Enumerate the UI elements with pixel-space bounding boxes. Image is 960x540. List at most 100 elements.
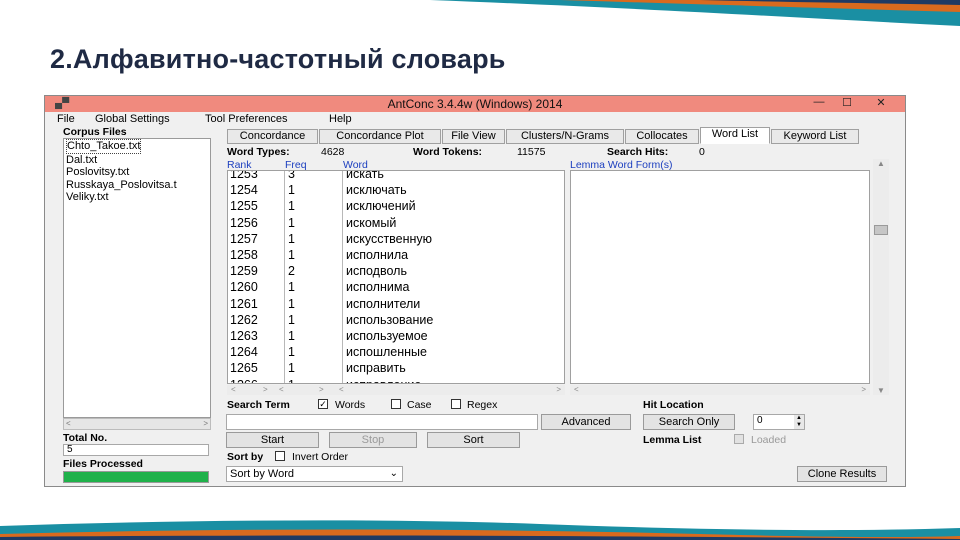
corpus-file-item[interactable]: Chto_Takoe.txt [64,139,210,154]
cell-freq: 3 [288,170,295,181]
tab-collocates[interactable]: Collocates [625,129,699,144]
menu-global-settings[interactable]: Global Settings [95,113,170,125]
cell-word: исполнима [346,280,410,295]
search-term-input[interactable] [226,414,538,430]
corpus-file-item[interactable]: Veliky.txt [64,191,210,204]
sort-by-select[interactable]: Sort by Word ⌄ [226,466,403,482]
sort-button[interactable]: Sort [427,432,520,448]
word-list-row[interactable]: 1263 1 используемое [228,329,564,345]
cell-freq: 1 [288,296,295,311]
scroll-right-icon[interactable]: > [263,385,268,394]
case-label: Case [407,399,432,411]
word-list-row[interactable]: 1254 1 исключать [228,183,564,199]
search-only-button[interactable]: Search Only [643,414,735,430]
scroll-left-icon[interactable]: < [279,385,284,394]
word-list-row[interactable]: 1258 1 исполнила [228,248,564,264]
corpus-file-item[interactable]: Russkaya_Poslovitsa.t [64,179,210,192]
word-list-row[interactable]: 1260 1 исполнима [228,280,564,296]
cell-rank: 1263 [230,329,258,343]
files-processed-label: Files Processed [63,458,143,470]
cell-word: исправление [346,378,421,383]
scroll-right-icon[interactable]: > [861,385,866,394]
scroll-up-icon[interactable]: ▲ [877,159,885,168]
word-types-label: Word Types: [227,146,290,158]
cell-freq: 1 [288,312,295,327]
total-no-value: 5 [63,444,209,456]
word-list-row[interactable]: 1262 1 использование [228,313,564,329]
menu-file[interactable]: File [57,113,75,125]
words-label: Words [335,399,366,411]
word-list-row[interactable]: 1257 1 искусственную [228,232,564,248]
tab-file-view[interactable]: File View [442,129,505,144]
spin-up-icon[interactable]: ▲ [794,415,804,422]
cell-rank: 1254 [230,183,258,198]
word-list-row[interactable]: 1256 1 искомый [228,216,564,232]
case-checkbox[interactable] [391,399,401,409]
words-checkbox[interactable]: ✓ [318,399,328,409]
scroll-right-icon[interactable]: > [203,419,208,428]
word-list-row[interactable]: 1259 2 исподволь [228,264,564,280]
tab-clusters-ngrams[interactable]: Clusters/N-Grams [506,129,624,144]
word-list-row[interactable]: 1266 1 исправление [228,378,564,383]
regex-checkbox[interactable] [451,399,461,409]
tab-concordance[interactable]: Concordance [227,129,318,144]
cell-rank: 1264 [230,345,258,360]
scroll-left-icon[interactable]: < [574,385,579,394]
scroll-left-icon[interactable]: < [231,385,236,394]
cell-freq: 1 [288,183,295,198]
word-list-hscrollbar[interactable]: < > < > < > [227,385,565,395]
advanced-button[interactable]: Advanced [541,414,631,430]
clone-results-button[interactable]: Clone Results [797,466,887,482]
word-list-row[interactable]: 1253 3 искать [228,170,564,183]
scroll-left-icon[interactable]: < [66,419,71,428]
scroll-left-icon[interactable]: < [339,385,344,394]
chevron-down-icon[interactable]: ⌄ [390,467,398,481]
word-list-row[interactable]: 1261 1 исполнители [228,297,564,313]
lemma-panel[interactable] [570,170,870,384]
corpus-hscrollbar[interactable]: < > [63,418,211,430]
search-hits-label: Search Hits: [607,146,669,158]
hit-location-spinner[interactable]: 0 ▲ ▼ [753,414,805,430]
cell-rank: 1262 [230,312,258,327]
vertical-scrollbar[interactable]: ▲ ▼ [873,159,889,395]
word-list-row[interactable]: 1255 1 исключений [228,199,564,215]
cell-word: исключений [346,199,416,214]
cell-freq: 1 [288,361,295,376]
check-icon: ✓ [319,399,327,409]
tab-concordance-plot[interactable]: Concordance Plot [319,129,441,144]
cell-freq: 1 [288,231,295,246]
word-list-row[interactable]: 1264 1 испошленные [228,345,564,361]
scroll-right-icon[interactable]: > [319,385,324,394]
spin-down-icon[interactable]: ▼ [794,422,804,429]
corpus-file-item[interactable]: Dal.txt [64,154,210,167]
word-list-panel[interactable]: 1253 3 искать 1254 1 исключать 1255 1 исключений… [227,170,565,384]
menu-help[interactable]: Help [329,113,352,125]
stop-button[interactable]: Stop [329,432,417,448]
lemma-list-label: Lemma List [643,434,702,446]
sort-by-value: Sort by Word [230,468,294,480]
cell-rank: 1253 [230,170,258,181]
start-button[interactable]: Start [226,432,319,448]
scrollbar-thumb[interactable] [874,225,888,235]
menu-tool-preferences[interactable]: Tool Preferences [205,113,288,125]
cell-word: искать [346,170,384,181]
invert-order-checkbox[interactable] [275,451,285,461]
scroll-right-icon[interactable]: > [556,385,561,394]
cell-freq: 1 [288,248,295,262]
cell-freq: 1 [288,199,295,214]
cell-rank: 1255 [230,199,258,214]
hit-location-label: Hit Location [643,399,704,411]
minimize-icon[interactable]: — [809,96,829,108]
lemma-hscrollbar[interactable]: < > [570,385,870,395]
cell-rank: 1258 [230,248,258,262]
restore-icon[interactable]: ☐ [837,96,857,109]
scroll-down-icon[interactable]: ▼ [877,386,885,395]
tab-word-list[interactable]: Word List [700,127,770,144]
word-list-row[interactable]: 1265 1 исправить [228,361,564,377]
tab-keyword-list[interactable]: Keyword List [771,129,859,144]
corpus-file-list[interactable]: Chto_Takoe.txt Dal.txt Poslovitsy.txt Ru… [63,138,211,418]
close-icon[interactable]: ✕ [871,96,891,109]
window-titlebar[interactable]: ▄▀ AntConc 3.4.4w (Windows) 2014 — ☐ ✕ [45,96,905,112]
window-title: AntConc 3.4.4w (Windows) 2014 [387,97,563,111]
corpus-file-item[interactable]: Poslovitsy.txt [64,166,210,179]
